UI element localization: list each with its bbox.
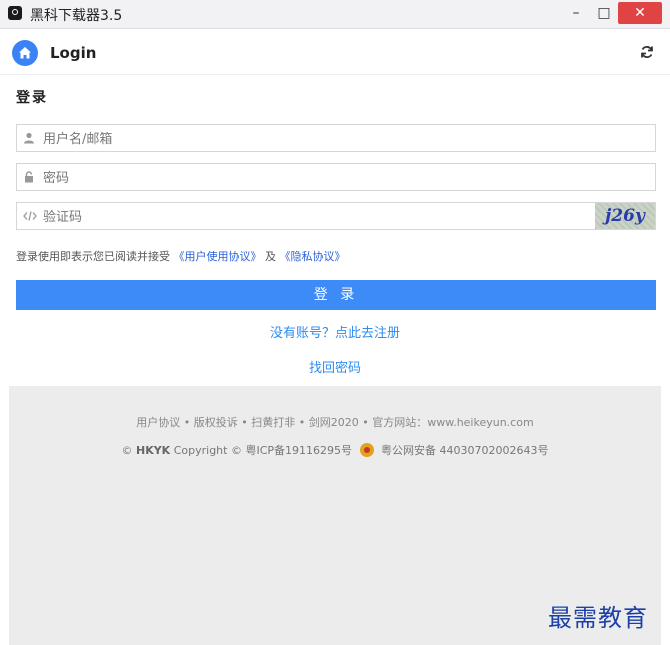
register-link[interactable]: 没有账号？点此去注册 bbox=[0, 322, 670, 341]
forgot-password-link[interactable]: 找回密码 bbox=[0, 357, 670, 376]
home-icon bbox=[19, 47, 31, 59]
copyright-symbol: © bbox=[121, 444, 133, 457]
maximize-button[interactable]: □ bbox=[590, 4, 618, 24]
captcha-input[interactable] bbox=[41, 206, 605, 228]
user-agreement-link[interactable]: 《用户使用协议》 bbox=[174, 250, 262, 263]
footer-links[interactable]: 用户协议 • 版权投诉 • 扫黄打非 • 剑网2020 • 官方网站：www.h… bbox=[9, 414, 661, 430]
copyright-text: Copyright © 粤ICP备19116295号 bbox=[173, 444, 353, 457]
brand-name: HKYK bbox=[135, 444, 171, 457]
password-input[interactable] bbox=[41, 167, 605, 189]
window-title: 黑科下载器3.5 bbox=[30, 8, 123, 24]
police-record[interactable]: 粤公网安备 44030702002643号 bbox=[381, 444, 548, 457]
user-icon bbox=[24, 132, 34, 144]
police-badge-icon bbox=[359, 443, 374, 457]
privacy-agreement-link[interactable]: 《隐私协议》 bbox=[280, 250, 346, 263]
close-button[interactable]: ✕ bbox=[618, 2, 662, 24]
agreement-prefix: 登录使用即表示您已阅读并接受 bbox=[16, 250, 170, 263]
username-input[interactable] bbox=[41, 128, 605, 150]
window-titlebar: 黑科下载器3.5 – □ ✕ bbox=[0, 0, 670, 29]
minimize-button[interactable]: – bbox=[562, 4, 590, 24]
agreement-text: 登录使用即表示您已阅读并接受 《用户使用协议》 及 《隐私协议》 bbox=[16, 248, 346, 264]
lock-icon bbox=[25, 171, 33, 183]
code-icon bbox=[23, 211, 37, 221]
section-title: 登录 bbox=[16, 90, 48, 106]
page-title: Login bbox=[50, 44, 97, 62]
captcha-image[interactable]: j26y bbox=[595, 203, 655, 229]
watermark: 最需教育 bbox=[548, 604, 648, 632]
username-field[interactable] bbox=[16, 124, 656, 152]
app-icon bbox=[8, 6, 22, 20]
footer-copyright: © HKYK Copyright © 粤ICP备19116295号 粤公网安备 … bbox=[9, 442, 661, 458]
page-header: Login bbox=[0, 32, 670, 75]
agreement-and: 及 bbox=[265, 250, 276, 263]
home-button[interactable] bbox=[12, 40, 38, 66]
captcha-field[interactable]: j26y bbox=[16, 202, 656, 230]
refresh-icon[interactable] bbox=[640, 45, 654, 59]
login-button[interactable]: 登 录 bbox=[16, 280, 656, 310]
password-field[interactable] bbox=[16, 163, 656, 191]
